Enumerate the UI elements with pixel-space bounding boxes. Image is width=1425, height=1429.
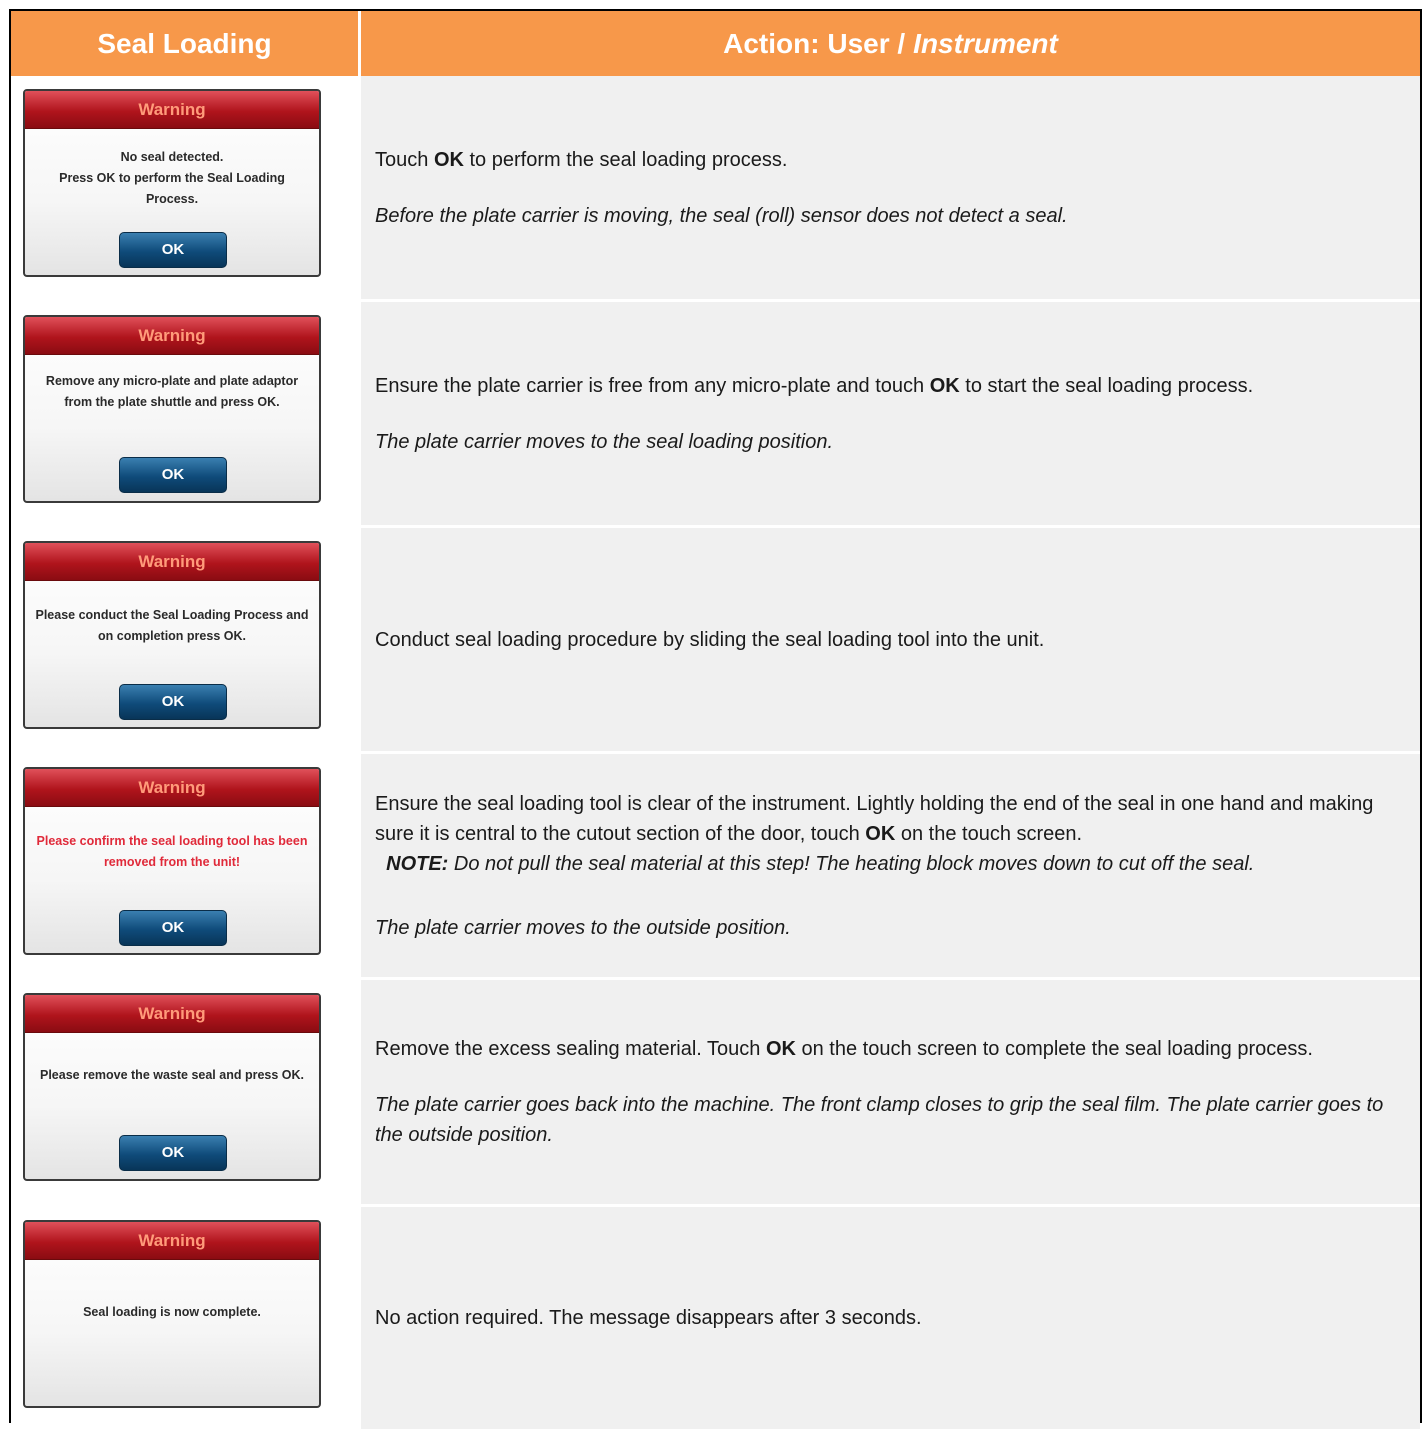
note-text: Do not pull the seal material at this st… <box>448 852 1255 875</box>
ok-button[interactable]: OK <box>119 457 227 493</box>
dialog-cell: Warning Remove any micro-plate and plate… <box>11 302 358 525</box>
action-cell: Remove the excess sealing material. Touc… <box>358 980 1420 1204</box>
action-cell: Ensure the plate carrier is free from an… <box>358 302 1420 525</box>
warning-dialog: Warning No seal detected. Press OK to per… <box>23 89 321 277</box>
dialog-message: Seal loading is now complete. <box>83 1305 261 1319</box>
action-cell: Conduct seal loading procedure by slidin… <box>358 528 1420 751</box>
action-cell: Ensure the seal loading tool is clear of… <box>358 754 1420 977</box>
dialog-cell: Warning Please conduct the Seal Loading … <box>11 528 358 751</box>
ok-button[interactable]: OK <box>119 232 227 268</box>
action-text: Ensure the seal loading tool is clear of… <box>375 792 1374 875</box>
dialog-title: Warning <box>25 769 319 807</box>
header-col2-italic: Instrument <box>913 27 1058 59</box>
note-label: NOTE: <box>386 852 449 875</box>
warning-dialog: Warning Please conduct the Seal Loading … <box>23 541 321 729</box>
instrument-note: The plate carrier moves to the seal load… <box>375 430 834 453</box>
header-col2-label: Action: User / <box>723 27 906 59</box>
dialog-title: Warning <box>25 543 319 581</box>
header-seal-loading: Seal Loading <box>11 11 358 76</box>
header-col1-label: Seal Loading <box>97 27 272 59</box>
table-row: Warning Please remove the waste seal and… <box>11 980 1420 1204</box>
table-header: Seal Loading Action: User / Instrument <box>11 11 1420 76</box>
dialog-title: Warning <box>25 91 319 129</box>
dialog-cell: Warning Please confirm the seal loading … <box>11 754 358 977</box>
action-text: Ensure the plate carrier is free from an… <box>375 374 1254 397</box>
table-row: Warning Seal loading is now complete. No… <box>11 1207 1420 1429</box>
table-row: Warning Please confirm the seal loading … <box>11 754 1420 977</box>
instrument-note: The plate carrier goes back into the mac… <box>375 1094 1384 1146</box>
ok-button[interactable]: OK <box>119 684 227 720</box>
dialog-cell: Warning No seal detected. Press OK to per… <box>11 76 358 299</box>
dialog-title: Warning <box>25 995 319 1033</box>
table-row: Warning No seal detected. Press OK to per… <box>11 76 1420 299</box>
action-text: No action required. The message disappea… <box>375 1307 922 1329</box>
action-text: Remove the excess sealing material. Touc… <box>375 1038 1313 1060</box>
warning-dialog: Warning Please remove the waste seal and… <box>23 993 321 1181</box>
dialog-message: Please confirm the seal loading tool has… <box>36 834 308 869</box>
instrument-note: The plate carrier moves to the outside p… <box>375 916 791 939</box>
dialog-cell: Warning Please remove the waste seal and… <box>11 980 358 1204</box>
dialog-message: Please remove the waste seal and press O… <box>39 1068 305 1082</box>
dialog-cell: Warning Seal loading is now complete. <box>11 1207 358 1429</box>
dialog-title: Warning <box>25 1222 319 1260</box>
table-row: Warning Please conduct the Seal Loading … <box>11 528 1420 751</box>
action-cell: Touch OK to perform the seal loading pro… <box>358 76 1420 299</box>
dialog-message: No seal detected. Press OK to perform the… <box>59 150 285 206</box>
dialog-message: Please conduct the Seal Loading Process … <box>35 608 309 643</box>
warning-dialog: Warning Remove any micro-plate and plate… <box>23 315 321 503</box>
ok-button[interactable]: OK <box>119 910 227 946</box>
action-text: Touch OK to perform the seal loading pro… <box>375 148 788 171</box>
seal-loading-table: Seal Loading Action: User / Instrument Wa… <box>9 9 1422 1429</box>
dialog-title: Warning <box>25 317 319 355</box>
header-action: Action: User / Instrument <box>358 11 1420 76</box>
instrument-note: Before the plate carrier is moving, the … <box>375 204 1068 227</box>
ok-button[interactable]: OK <box>119 1135 227 1171</box>
warning-dialog: Warning Please confirm the seal loading … <box>23 767 321 955</box>
action-cell: No action required. The message disappea… <box>358 1207 1420 1429</box>
warning-dialog: Warning Seal loading is now complete. <box>23 1220 321 1408</box>
dialog-message: Remove any micro-plate and plate adaptor… <box>45 374 299 409</box>
table-row: Warning Remove any micro-plate and plate… <box>11 302 1420 525</box>
action-text: Conduct seal loading procedure by slidin… <box>375 628 1045 651</box>
